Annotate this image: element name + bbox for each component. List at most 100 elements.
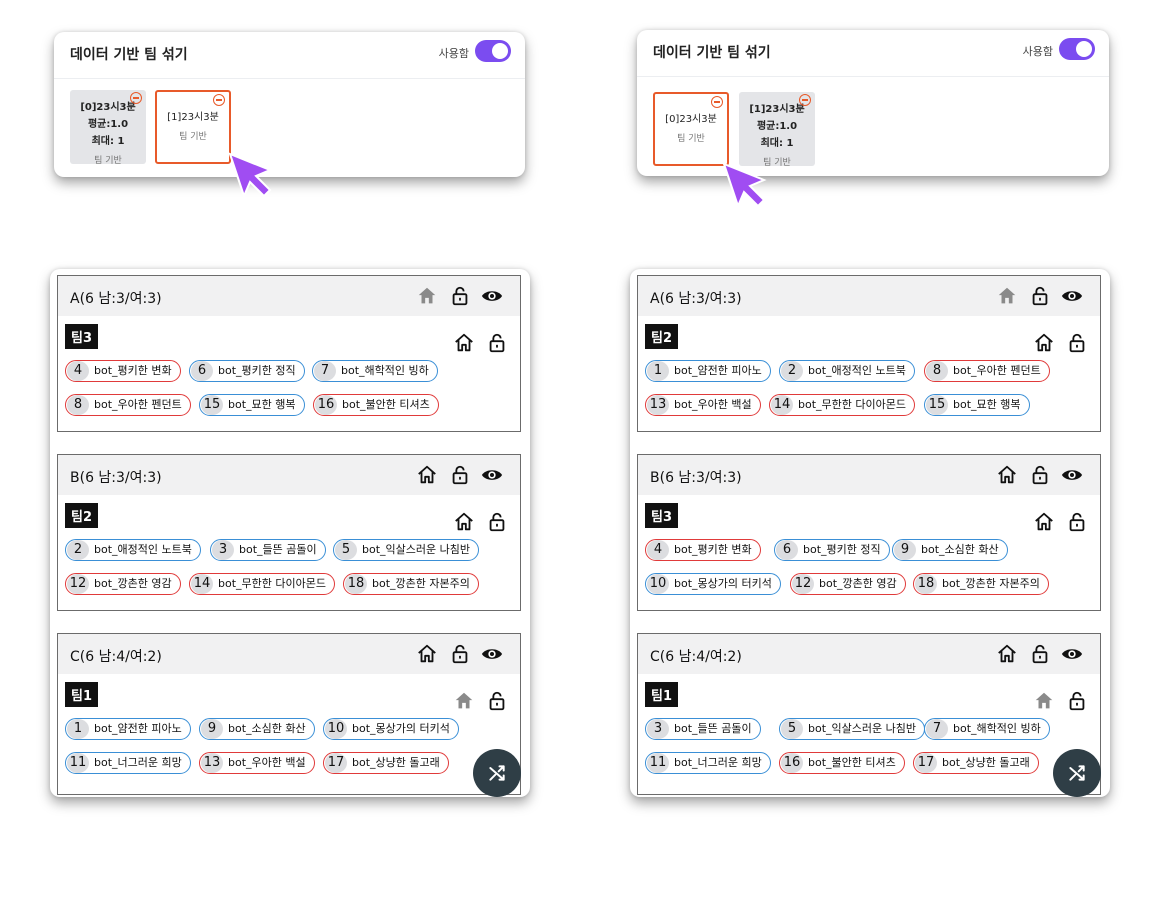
lock-icon[interactable] (1029, 464, 1051, 486)
member-chip[interactable]: 6 bot_평키한 정직 (774, 539, 890, 561)
remove-icon[interactable] (130, 92, 142, 104)
lock-icon[interactable] (449, 643, 471, 665)
member-chip[interactable]: 10 bot_몽상가의 터키석 (645, 573, 781, 595)
lock-icon[interactable] (486, 332, 508, 354)
home-filled-icon[interactable] (1033, 690, 1055, 712)
member-name: bot_불안한 티셔츠 (342, 398, 430, 411)
lock-icon[interactable] (1029, 285, 1051, 307)
group-header: A(6 남:3/여:3) (58, 276, 520, 316)
dataset-chip[interactable]: [0]23시3분 평균:1.0 최대: 1 팀 기반 (70, 90, 146, 166)
member-chip[interactable]: 5 bot_익살스러운 나침반 (779, 718, 925, 740)
home-icon[interactable] (1033, 511, 1055, 533)
chip-type: 팀 기반 (677, 134, 705, 144)
home-icon[interactable] (996, 643, 1018, 665)
team-tag: 팀3 (645, 503, 679, 528)
member-chip[interactable]: 17 bot_상냥한 돌고래 (323, 752, 449, 774)
eye-icon[interactable] (480, 643, 503, 665)
lock-icon[interactable] (486, 511, 508, 533)
member-chip[interactable]: 11 bot_너그러운 희망 (645, 752, 771, 774)
eye-icon[interactable] (1060, 285, 1083, 307)
member-chip[interactable]: 12 bot_깡촌한 영감 (790, 573, 906, 595)
member-chip[interactable]: 7 bot_해학적인 빙하 (924, 718, 1050, 740)
member-chip[interactable]: 4 bot_평키한 변화 (645, 539, 761, 561)
remove-icon[interactable] (711, 96, 723, 108)
eye-icon[interactable] (1060, 464, 1083, 486)
group-header: B(6 남:3/여:3) (638, 455, 1100, 495)
member-chip[interactable]: 13 bot_우아한 백설 (645, 394, 761, 416)
shuffle-button[interactable] (473, 749, 521, 797)
member-number: 2 (67, 540, 89, 560)
home-filled-icon[interactable] (996, 285, 1018, 307)
member-chip[interactable]: 2 bot_애정적인 노트북 (65, 539, 201, 561)
member-chip[interactable]: 13 bot_우아한 백설 (199, 752, 315, 774)
member-chip[interactable]: 14 bot_무한한 다이아몬드 (189, 573, 335, 595)
lock-icon[interactable] (449, 464, 471, 486)
dataset-chip-selected[interactable]: [0]23시3분 팀 기반 (653, 92, 729, 166)
member-chip[interactable]: 16 bot_불안한 티셔츠 (313, 394, 439, 416)
member-chip[interactable]: 1 bot_얌전한 피아노 (645, 360, 771, 382)
home-filled-icon[interactable] (453, 690, 475, 712)
member-chip[interactable]: 11 bot_너그러운 희망 (65, 752, 191, 774)
member-chip[interactable]: 1 bot_얌전한 피아노 (65, 718, 191, 740)
home-icon[interactable] (416, 643, 438, 665)
member-name: bot_평키한 정직 (218, 364, 296, 377)
member-chip[interactable]: 2 bot_애정적인 노트북 (779, 360, 915, 382)
lock-icon[interactable] (486, 690, 508, 712)
team-tag: 팀1 (65, 682, 99, 707)
member-chip[interactable]: 10 bot_몽상가의 터키석 (323, 718, 459, 740)
member-chip[interactable]: 15 bot_묘한 행복 (924, 394, 1030, 416)
member-chip[interactable]: 3 bot_들뜬 곰돌이 (210, 539, 326, 561)
home-icon[interactable] (1033, 332, 1055, 354)
home-icon[interactable] (453, 332, 475, 354)
member-chip[interactable]: 4 bot_평키한 변화 (65, 360, 181, 382)
member-chip[interactable]: 7 bot_해학적인 빙하 (312, 360, 438, 382)
lock-icon[interactable] (1066, 511, 1088, 533)
remove-icon[interactable] (213, 94, 225, 106)
member-number: 9 (201, 719, 223, 739)
member-chip[interactable]: 17 bot_상냥한 돌고래 (913, 752, 1039, 774)
cursor-arrow-icon (722, 162, 767, 208)
home-icon[interactable] (996, 464, 1018, 486)
group-header: A(6 남:3/여:3) (638, 276, 1100, 316)
member-chip[interactable]: 6 bot_평키한 정직 (189, 360, 305, 382)
lock-icon[interactable] (1066, 690, 1088, 712)
member-number: 17 (325, 753, 347, 773)
lock-icon[interactable] (1029, 643, 1051, 665)
member-chip[interactable]: 18 bot_깡촌한 자본주의 (343, 573, 479, 595)
dataset-chip-selected[interactable]: [1]23시3분 팀 기반 (155, 90, 231, 164)
member-number: 18 (915, 574, 937, 594)
home-icon[interactable] (453, 511, 475, 533)
member-chip[interactable]: 3 bot_들뜬 곰돌이 (645, 718, 761, 740)
lock-icon[interactable] (449, 285, 471, 307)
eye-icon[interactable] (1060, 643, 1083, 665)
use-toggle[interactable] (1059, 38, 1095, 60)
member-chip[interactable]: 9 bot_소심한 화산 (892, 539, 1008, 561)
member-chip[interactable]: 14 bot_무한한 다이아몬드 (769, 394, 915, 416)
home-icon[interactable] (416, 464, 438, 486)
member-chip[interactable]: 16 bot_불안한 티셔츠 (779, 752, 905, 774)
member-number: 5 (781, 719, 803, 739)
member-name: bot_얌전한 피아노 (674, 364, 762, 377)
member-number: 12 (67, 574, 89, 594)
member-number: 2 (781, 361, 803, 381)
member-chip[interactable]: 12 bot_깡촌한 영감 (65, 573, 181, 595)
eye-icon[interactable] (480, 285, 503, 307)
cursor-arrow-icon (228, 152, 273, 198)
dataset-chip[interactable]: [1]23시3분 평균:1.0 최대: 1 팀 기반 (739, 92, 815, 168)
chip-avg: 평균:1.0 (87, 119, 129, 130)
use-toggle[interactable] (475, 40, 511, 62)
member-chip[interactable]: 8 bot_우아한 펜던트 (924, 360, 1050, 382)
member-chip[interactable]: 15 bot_묘한 행복 (199, 394, 305, 416)
eye-icon[interactable] (480, 464, 503, 486)
member-chip[interactable]: 9 bot_소심한 화산 (199, 718, 315, 740)
chip-max: 최대: 1 (760, 138, 794, 149)
member-chip[interactable]: 18 bot_깡촌한 자본주의 (913, 573, 1049, 595)
group-header: C(6 남:4/여:2) (58, 634, 520, 674)
home-filled-icon[interactable] (416, 285, 438, 307)
remove-icon[interactable] (799, 94, 811, 106)
shuffle-button[interactable] (1053, 749, 1101, 797)
member-chip[interactable]: 8 bot_우아한 펜던트 (65, 394, 191, 416)
member-number: 10 (325, 719, 347, 739)
lock-icon[interactable] (1066, 332, 1088, 354)
member-chip[interactable]: 5 bot_익살스러운 나침반 (333, 539, 479, 561)
